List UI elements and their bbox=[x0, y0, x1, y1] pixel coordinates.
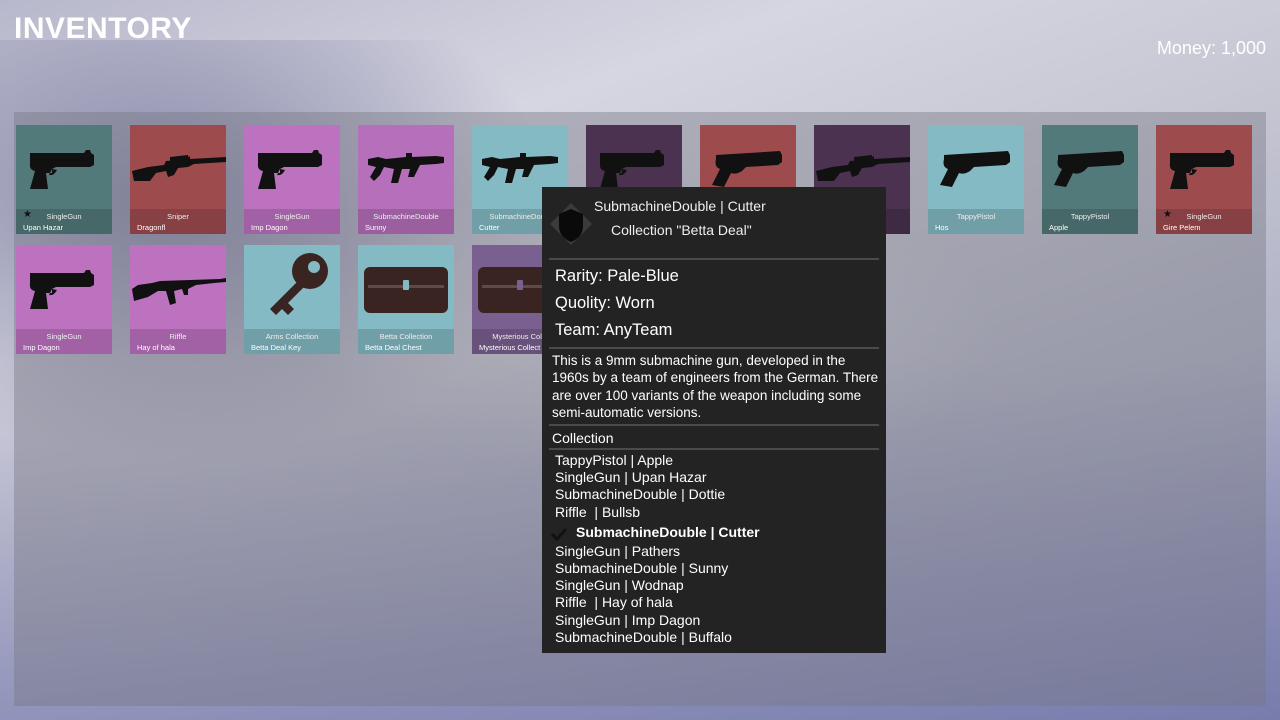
item-type: SingleGun bbox=[1186, 212, 1222, 221]
collection-item: Riffle | Bullsb bbox=[555, 504, 875, 521]
collection-item-label: SubmachineDouble | Buffalo bbox=[555, 628, 732, 645]
tooltip-collection-name: Collection "Betta Deal" bbox=[611, 222, 752, 238]
collection-item: SingleGun | Pathers bbox=[555, 543, 875, 560]
collection-item: SubmachineDouble | Dottie bbox=[555, 486, 875, 503]
item-info-bar: Betta Collection Betta Deal Chest bbox=[358, 329, 454, 354]
divider bbox=[549, 347, 879, 349]
collection-item: SubmachineDouble | Sunny bbox=[555, 560, 875, 577]
smg-icon bbox=[358, 125, 454, 209]
divider bbox=[549, 424, 879, 426]
inventory-item[interactable]: Sniper Dragonfl bbox=[130, 125, 226, 234]
collection-item-selected: SubmachineDouble | Cutter bbox=[550, 521, 875, 543]
inventory-item[interactable]: ★ SingleGun Upan Hazar bbox=[16, 125, 112, 234]
collection-item-label: SubmachineDouble | Dottie bbox=[555, 486, 726, 503]
item-name: Sunny bbox=[365, 223, 387, 232]
item-type: TappyPistol bbox=[956, 212, 996, 221]
money-counter: Money: 1,000 bbox=[1156, 38, 1266, 58]
item-name: Upan Hazar bbox=[23, 223, 64, 232]
checkmark-icon bbox=[550, 525, 568, 541]
inventory-item[interactable]: TappyPistol Hos bbox=[928, 125, 1024, 234]
tooltip-description: This is a 9mm submachine gun, developed … bbox=[552, 353, 879, 420]
item-name: Dragonfl bbox=[137, 223, 166, 232]
item-info-bar: ★ SingleGun Upan Hazar bbox=[16, 209, 112, 234]
tooltip-collection-title: Collection bbox=[552, 430, 614, 446]
tooltip-quality: Quolity: Worn bbox=[555, 294, 655, 312]
item-name: Imp Dagon bbox=[251, 223, 288, 232]
item-info-bar: Riffle Hay of hala bbox=[130, 329, 226, 354]
page-title: INVENTORY bbox=[14, 12, 192, 45]
item-info-bar: TappyPistol Apple bbox=[1042, 209, 1138, 234]
key-icon bbox=[244, 245, 340, 329]
pistol-icon bbox=[16, 125, 112, 209]
tooltip-rarity: Rarity: Pale-Blue bbox=[555, 267, 679, 285]
collection-item-label: TappyPistol | Apple bbox=[555, 452, 674, 468]
item-name: Betta Deal Chest bbox=[365, 343, 422, 352]
item-info-bar: SingleGun Imp Dagon bbox=[244, 209, 340, 234]
collection-list: TappyPistol | Apple SingleGun | Upan Haza… bbox=[550, 452, 875, 646]
inventory-item[interactable]: Riffle Hay of hala bbox=[130, 245, 226, 354]
divider bbox=[549, 448, 879, 450]
inventory-item[interactable]: TappyPistol Apple bbox=[1042, 125, 1138, 234]
collection-item-label: Riffle | Bullsb bbox=[555, 503, 641, 520]
collection-item-label: SingleGun | Pathers bbox=[555, 542, 681, 559]
collection-item-label: SingleGun | Imp Dagon bbox=[555, 611, 701, 628]
divider bbox=[549, 258, 879, 260]
item-type: SingleGun bbox=[274, 212, 310, 221]
chest-icon bbox=[358, 245, 454, 329]
item-info-bar: ★ SingleGun Gire Pelem bbox=[1156, 209, 1252, 234]
collection-item: SubmachineDouble | Buffalo bbox=[555, 629, 875, 646]
item-name: Hos bbox=[935, 223, 949, 232]
collection-item: SingleGun | Upan Hazar bbox=[555, 469, 875, 486]
rifle-icon bbox=[130, 245, 226, 329]
collection-item: SingleGun | Wodnap bbox=[555, 577, 875, 594]
collection-item-label: SingleGun | Upan Hazar bbox=[555, 469, 707, 486]
item-name: Mysterious Collect bbox=[479, 343, 541, 352]
item-type: Riffle bbox=[169, 332, 187, 341]
item-name: Imp Dagon bbox=[23, 343, 60, 352]
sniper-icon bbox=[130, 125, 226, 209]
item-name: Cutter bbox=[479, 223, 500, 232]
collection-item: SingleGun | Imp Dagon bbox=[555, 612, 875, 629]
compact-pistol-icon bbox=[1042, 125, 1138, 209]
item-name: Gire Pelem bbox=[1163, 223, 1201, 232]
inventory-item[interactable]: SubmachineDouble Sunny bbox=[358, 125, 454, 234]
collection-item-label: SubmachineDouble | Cutter bbox=[576, 523, 760, 540]
collection-item-label: SingleGun | Wodnap bbox=[555, 577, 684, 594]
item-tooltip: SubmachineDouble | Cutter Collection "Be… bbox=[542, 187, 886, 653]
compact-pistol-icon bbox=[928, 125, 1024, 209]
item-type: SubmachineDouble bbox=[373, 212, 439, 221]
collection-item: Riffle | Hay of hala bbox=[555, 594, 875, 611]
item-name: Apple bbox=[1049, 223, 1069, 232]
inventory-item[interactable]: Betta Collection Betta Deal Chest bbox=[358, 245, 454, 354]
tooltip-team: Team: AnyTeam bbox=[555, 321, 673, 339]
item-type: Arms Collection bbox=[265, 332, 319, 341]
item-info-bar: Arms Collection Betta Deal Key bbox=[244, 329, 340, 354]
item-name: Hay of hala bbox=[137, 343, 175, 352]
inventory-item[interactable]: Arms Collection Betta Deal Key bbox=[244, 245, 340, 354]
item-info-bar: Sniper Dragonfl bbox=[130, 209, 226, 234]
pistol-icon bbox=[16, 245, 112, 329]
collection-item: TappyPistol | Apple bbox=[555, 452, 875, 469]
item-info-bar: SingleGun Imp Dagon bbox=[16, 329, 112, 354]
inventory-item[interactable]: SingleGun Imp Dagon bbox=[244, 125, 340, 234]
item-type: SingleGun bbox=[46, 212, 82, 221]
item-type: TappyPistol bbox=[1070, 212, 1110, 221]
item-info-bar: SubmachineDouble Sunny bbox=[358, 209, 454, 234]
item-type: Sniper bbox=[167, 212, 189, 221]
item-type: Betta Collection bbox=[379, 332, 433, 341]
pistol-icon bbox=[1156, 125, 1252, 209]
item-name: Betta Deal Key bbox=[251, 343, 302, 352]
item-info-bar: TappyPistol Hos bbox=[928, 209, 1024, 234]
pistol-icon bbox=[244, 125, 340, 209]
inventory-item[interactable]: SingleGun Imp Dagon bbox=[16, 245, 112, 354]
tooltip-item-name: SubmachineDouble | Cutter bbox=[594, 198, 766, 214]
collection-item-label: SubmachineDouble | Sunny bbox=[555, 559, 729, 576]
shield-icon bbox=[548, 201, 594, 247]
inventory-item[interactable]: ★ SingleGun Gire Pelem bbox=[1156, 125, 1252, 234]
collection-item-label: Riffle | Hay of hala bbox=[555, 594, 673, 611]
item-type: SingleGun bbox=[46, 332, 82, 341]
